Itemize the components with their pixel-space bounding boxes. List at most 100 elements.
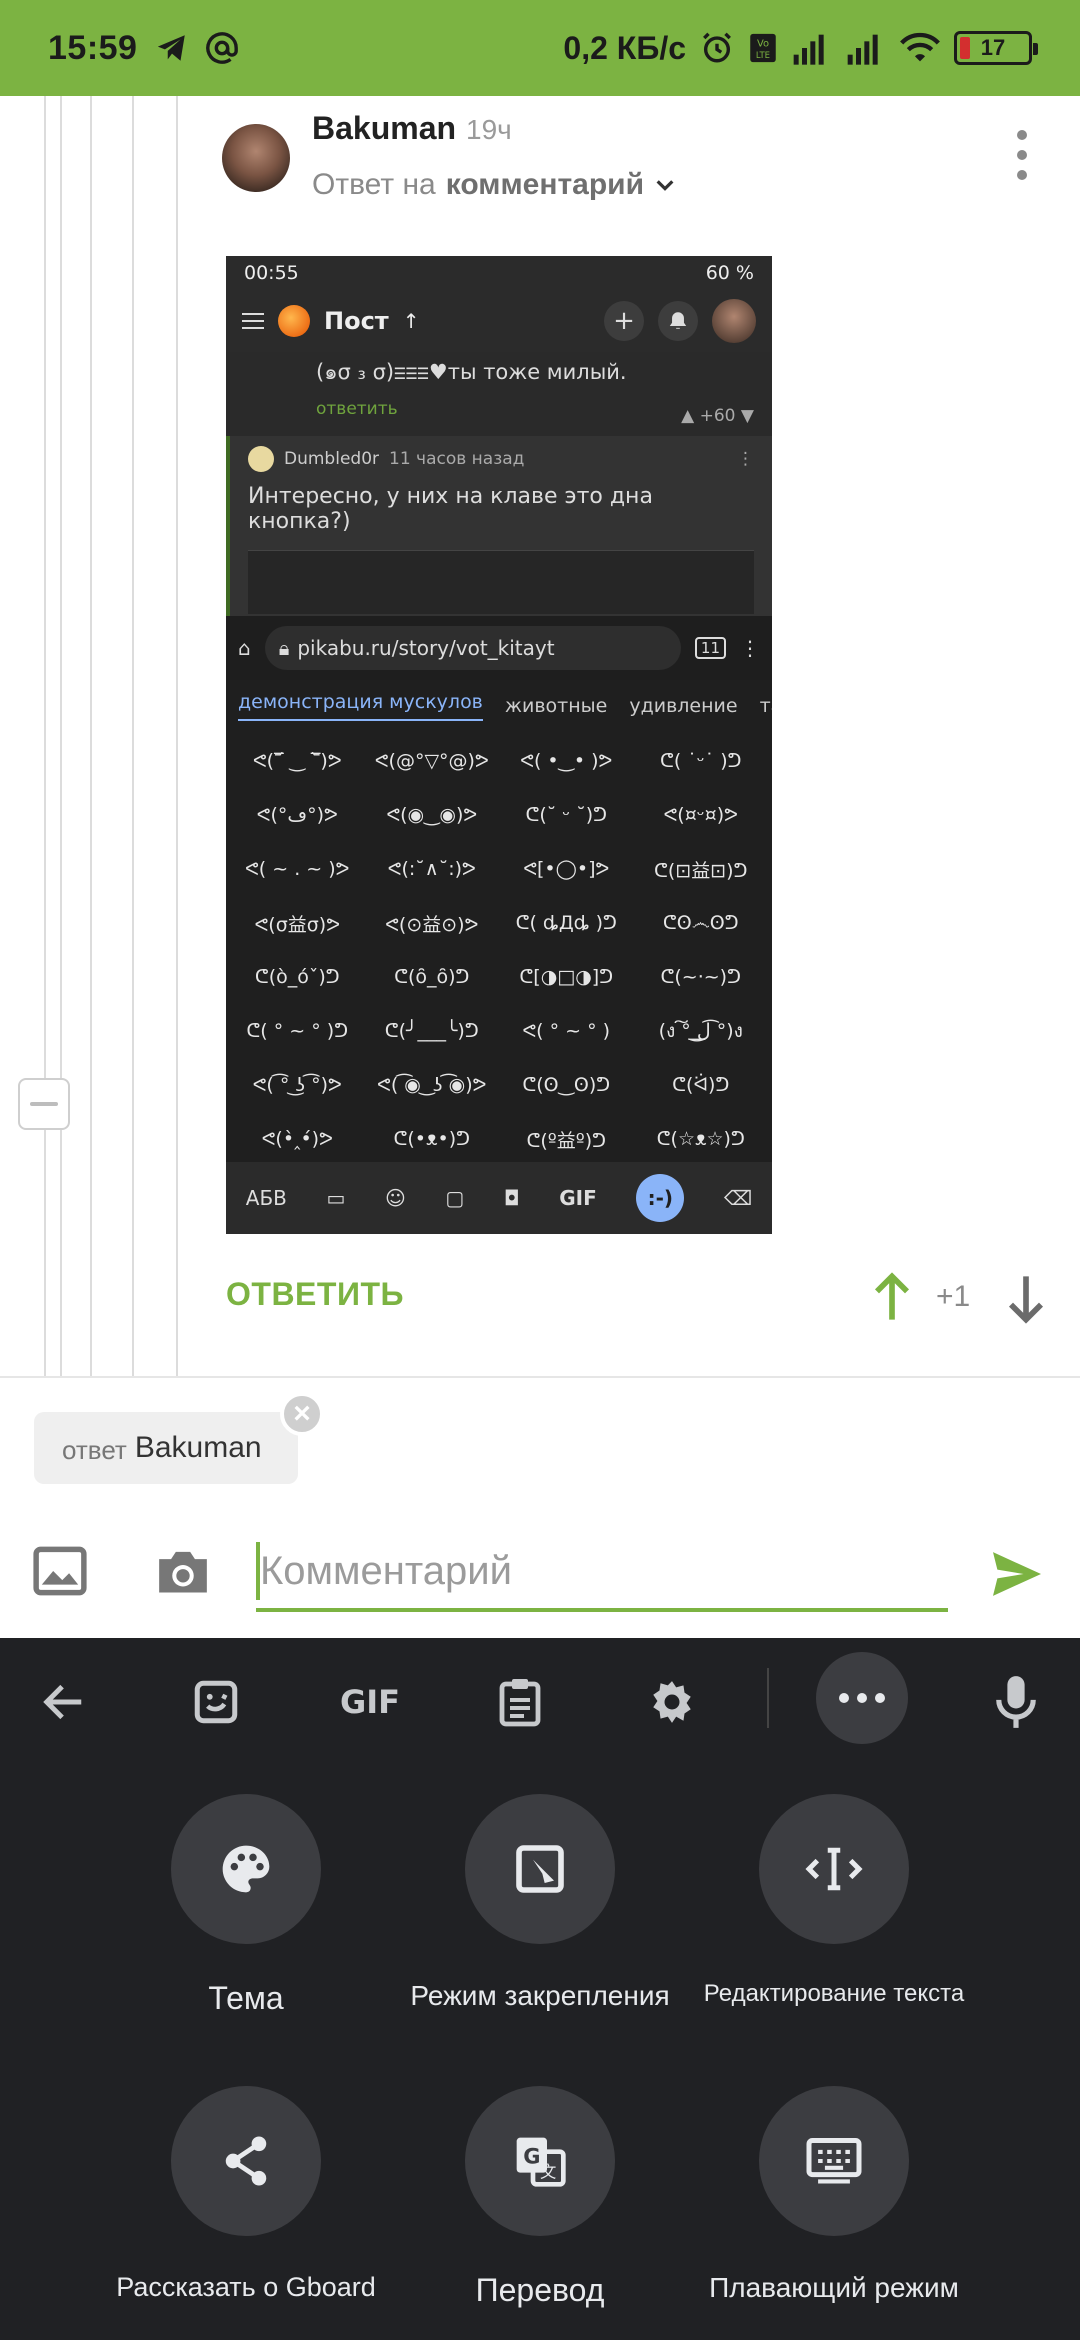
kaomoji-cell: ᕦ(☆ᴥ☆)ᕤ [656,1127,745,1150]
kaomoji-cell: (ง ͠° ͟ل͜ ͡°)ง [658,1020,743,1042]
svg-text:G: G [523,2144,540,2168]
reply-chip[interactable]: ответ Bakuman [34,1412,298,1484]
text-editing-option[interactable]: Редактирование текста [684,1794,984,2008]
kaomoji-cell: ᕦ(•ᴥ•)ᕤ [393,1127,470,1150]
pikabu-logo-icon [278,305,310,337]
kaomoji-cell: ᕦ(ȏ_ȏ)ᕤ [394,966,470,988]
embedded-input [248,550,754,614]
lock-icon: 🔒︎ [278,636,290,660]
comment-time: 19ч [466,114,512,145]
backspace-icon: ⌫ [723,1186,753,1210]
kaomoji-cell: ᕙ( ͡° ͜ʖ ͡°)ᕗ [252,1074,342,1096]
clipboard-icon: ▭ [326,1186,346,1210]
floating-keyboard-icon [759,2086,909,2236]
camera-icon[interactable] [152,1544,214,1598]
microphone-icon[interactable] [988,1674,1044,1730]
toolbar-separator [767,1668,769,1728]
kaomoji-cell: ᕙ(¤ᵕ¤)ᕗ [663,804,738,826]
embedded-comment-1: (๑σ ₃ σ)ⲷⲷⲷ♥ты тоже милый. ответить ▲ +6… [226,352,772,436]
volte-icon: VoLTE [750,33,776,63]
floating-mode-option[interactable]: Плавающий режим [684,2086,984,2304]
text-editing-icon [759,1794,909,1944]
reply-button[interactable]: ОТВЕТИТЬ [226,1276,404,1313]
svg-text:LTE: LTE [756,51,770,61]
kaomoji-cell: ᕦ(º益º)ᕤ [526,1129,606,1152]
alarm-icon [703,32,731,63]
kaomoji-cell: ᕦʘ෴ʘᕤ [662,912,739,934]
arrow-up-icon[interactable] [872,1272,912,1324]
embedded-url-bar: ⌂ 🔒︎ pikabu.ru/story/vot_kitayt 11 ⋮ [226,616,772,680]
kaomoji-cell: ᕙ( •‿• )ᕗ [520,750,613,772]
kaomoji-cell: ᕙ(°ڡ°)ᕗ [256,804,338,826]
text-caret [256,1542,260,1600]
signal-icon-2 [847,34,878,65]
kaomoji-cell: ᕦ( ˙ᵕ˙ )ᕤ [659,750,742,772]
reply-to-prefix: Ответ на [312,168,436,201]
send-icon[interactable] [990,1550,1044,1598]
sticker-icon[interactable] [188,1674,244,1730]
kaomoji-cell: ᕙ(:˘∧˘:)ᕗ [387,858,476,880]
embedded-app-bar: Пост ↑ + [226,290,772,352]
embedded-kaomoji-tabs: демонстрация мускулов животные удивление… [226,680,772,732]
embedded-title: Пост [324,307,389,335]
kaomoji-cell: ᕦ(╯___╰)ᕤ [384,1020,479,1042]
home-icon: ⌂ [238,636,251,660]
collapse-thread-button[interactable] [18,1078,70,1130]
reply-to-target[interactable]: комментарий [446,168,644,202]
embedded-status-bar: 00:55 60 % [226,256,772,290]
translate-icon: G文 [465,2086,615,2236]
reply-to-line[interactable]: Ответ на комментарий [312,168,676,202]
chevron-down-icon[interactable] [654,174,676,196]
kaomoji-cell: ᕙ(@°▽°@)ᕗ [374,750,489,772]
dock-mode-option[interactable]: Режим закрепления [390,1794,690,2012]
comment-input[interactable] [256,1534,948,1612]
plus-icon: + [604,301,644,341]
embedded-avatar [712,299,756,343]
close-icon[interactable]: × [280,1392,324,1436]
image-icon[interactable] [32,1546,88,1596]
translate-option[interactable]: G文 Перевод [390,2086,690,2309]
network-speed: 0,2 КБ/с [563,29,686,66]
share-gboard-option[interactable]: Рассказать о Gboard [96,2086,396,2303]
sticker-face-icon: ◘ [503,1186,520,1210]
avatar[interactable] [222,124,290,192]
status-time: 15:59 [48,28,138,67]
kaomoji-cell: ᕦ(˘ ᵕ ˘)ᕤ [525,804,607,826]
palette-icon [171,1794,321,1944]
sticker-icon: ▢ [445,1186,465,1210]
back-arrow-icon[interactable] [36,1674,92,1730]
comment-author[interactable]: Bakuman [312,110,456,147]
wifi-icon [900,32,940,62]
kaomoji-cell: ᕙ( ͡◉ ͜ ʖ ͡◉)ᕗ [377,1074,487,1096]
more-options-icon: ⋮ [737,449,754,469]
attached-screenshot[interactable]: 00:55 60 % Пост ↑ + (๑σ ₃ σ)ⲷⲷⲷ♥ты тоже … [226,256,772,1234]
signal-icon-1 [793,34,824,65]
menu-icon [242,313,264,329]
telegram-icon [158,35,186,61]
gear-icon[interactable] [644,1674,700,1730]
clipboard-icon[interactable] [492,1674,548,1730]
at-sign-icon [206,32,239,64]
kaomoji-cell: ᕦ(⊡益⊡)ᕤ [654,859,748,882]
kaomoji-grid: ᕙ(‾᷄ ‿ ‾᷅)ᕗ ᕙ(@°▽°@)ᕗ ᕙ( •‿• )ᕗ ᕦ( ˙ᵕ˙ )ᕤ ᕙ(… [226,732,772,1168]
arrow-down-icon[interactable] [1006,1272,1046,1324]
more-options-icon: ⋮ [740,636,760,660]
theme-option[interactable]: Тема [96,1794,396,2017]
kaomoji-cell: ᕙ(•̀‸•́)ᕗ [261,1128,333,1150]
kaomoji-cell: ᕦ(~·~)ᕤ [660,966,741,988]
status-bar: 15:59 0,2 КБ/с Vo LTE 17 [0,0,1080,96]
embedded-avatar-small [248,446,274,472]
share-icon [171,2086,321,2236]
kaomoji-cell: ᕙ(◉‿◉)ᕗ [386,804,478,826]
kaomoji-cell: ᕙ(σ益σ)ᕗ [254,913,340,936]
keyboard-toolbar: GIF [0,1638,1080,1760]
kaomoji-cell: ᕙ( ° ~ ° ) [522,1020,611,1042]
more-options-icon[interactable] [816,1652,908,1744]
emoji-icon: ☺ [384,1186,406,1210]
tabs-count: 11 [694,637,726,659]
kaomoji-cell: ᕙ(‾᷄ ‿ ‾᷅)ᕗ [252,750,342,772]
gif-icon[interactable]: GIF [330,1674,410,1730]
more-options-icon[interactable] [1010,130,1034,180]
dock-mode-icon [465,1794,615,1944]
kaomoji-cell: ᕦ( ȡДȡ )ᕤ [515,912,617,934]
